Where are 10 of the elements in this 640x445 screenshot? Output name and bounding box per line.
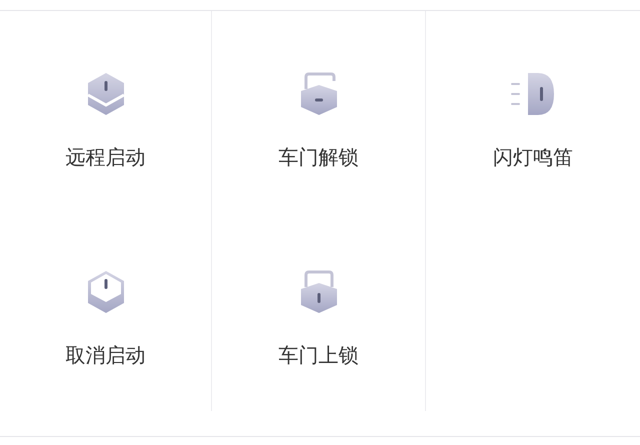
action-tile[interactable]: 取消启动 [0,213,212,411]
action-label: 车门解锁 [278,147,358,167]
action-label: 闪灯鸣笛 [493,147,573,167]
action-tile[interactable]: 车门上锁 [212,213,426,411]
action-tile[interactable]: 远程启动 [0,11,212,213]
action-tile[interactable]: 车门解锁 [212,11,426,213]
action-label: 车门上锁 [278,345,358,365]
action-label: 取消启动 [66,345,146,365]
action-tile[interactable]: 闪灯鸣笛 [426,11,640,213]
action-label: 远程启动 [66,147,146,167]
